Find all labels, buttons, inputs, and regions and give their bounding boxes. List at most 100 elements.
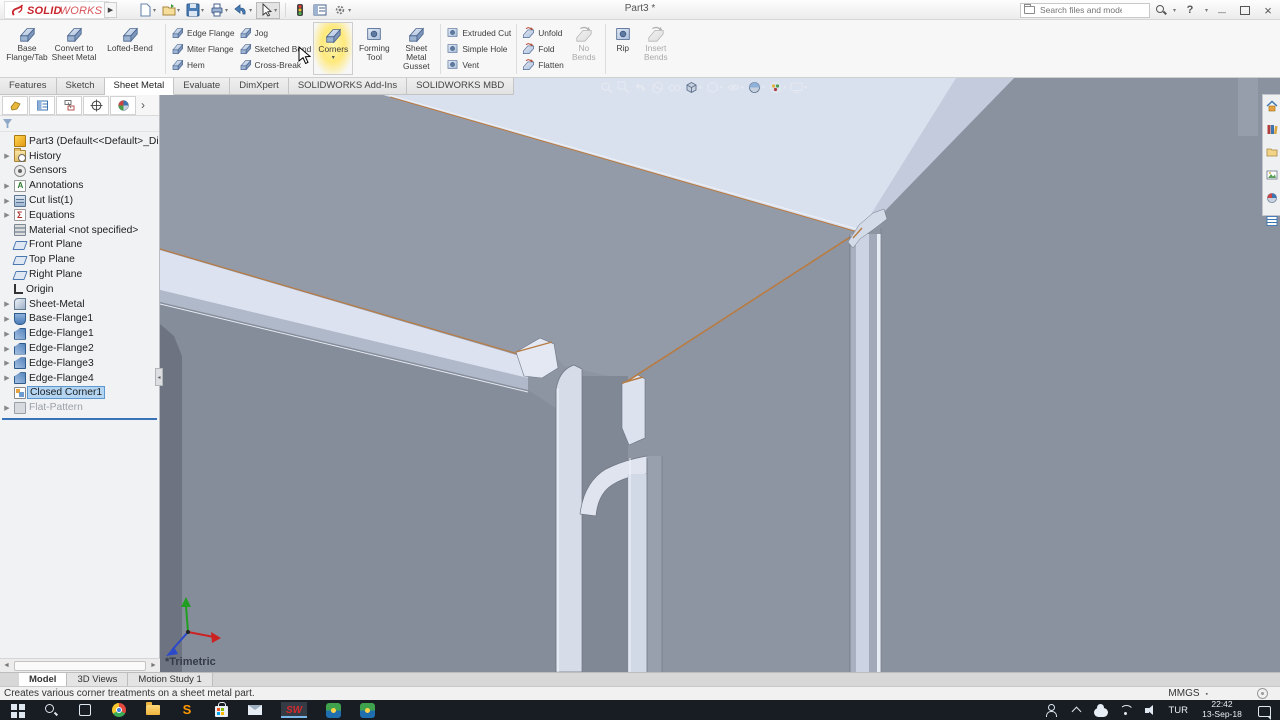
expand-arrow-icon[interactable] [3, 404, 11, 412]
view-palette-icon[interactable] [1266, 168, 1278, 186]
tree-item-sheet-metal[interactable]: Sheet-Metal [0, 297, 159, 312]
taskbar-search-icon[interactable] [43, 702, 59, 718]
new-caret-icon[interactable] [153, 7, 156, 14]
onedrive-icon[interactable] [1093, 702, 1109, 718]
start-button[interactable] [9, 702, 25, 718]
tree-filter-bar[interactable] [0, 116, 159, 132]
expand-arrow-icon[interactable] [3, 315, 11, 323]
tree-item-origin[interactable]: Origin [0, 282, 159, 297]
expand-arrow-icon[interactable] [3, 300, 11, 308]
camtasia-icon-2[interactable] [359, 702, 375, 718]
wifi-icon[interactable] [1118, 702, 1134, 718]
featuremanager-tab[interactable] [2, 96, 28, 115]
search-caret-icon[interactable] [1173, 7, 1176, 14]
display-style-icon[interactable] [706, 81, 723, 94]
tree-item-top-plane[interactable]: Top Plane [0, 252, 159, 267]
chrome-icon[interactable] [111, 702, 127, 718]
previous-view-icon[interactable] [634, 81, 647, 94]
open-caret-icon[interactable] [177, 7, 180, 14]
tree-item-cut-list[interactable]: Cut list(1) [0, 193, 159, 208]
microsoft-store-icon[interactable] [213, 702, 229, 718]
panel-horizontal-scrollbar[interactable] [0, 658, 160, 672]
print-caret-icon[interactable] [225, 7, 228, 14]
tree-item-edge-flange2[interactable]: Edge-Flange2 [0, 341, 159, 356]
corners-button[interactable]: Corners [313, 22, 353, 75]
lofted-bend-button[interactable]: Lofted-Bend [98, 22, 162, 75]
search-icon[interactable] [1155, 4, 1167, 16]
home-icon[interactable] [1266, 99, 1278, 117]
tree-item-sensors[interactable]: Sensors [0, 164, 159, 179]
panel-splitter-handle[interactable] [155, 368, 163, 386]
view-orientation-caret-icon[interactable] [699, 84, 702, 91]
section-view-icon[interactable] [651, 81, 664, 94]
save-button[interactable] [184, 2, 206, 19]
expand-arrow-icon[interactable] [3, 359, 11, 367]
close-button[interactable] [1259, 3, 1277, 17]
undo-button[interactable] [232, 2, 254, 19]
language-indicator[interactable]: TUR [1168, 705, 1188, 716]
display-pane-button[interactable] [311, 2, 329, 19]
vent-button[interactable]: Vent [446, 57, 511, 72]
expand-arrow-icon[interactable] [3, 182, 11, 190]
undo-caret-icon[interactable] [249, 7, 252, 14]
tree-item-flat-pattern[interactable]: Flat-Pattern [0, 400, 159, 415]
performance-button[interactable] [291, 2, 309, 19]
forming-tool-button[interactable]: Forming Tool [353, 22, 395, 75]
tree-item-material[interactable]: Material <not specified> [0, 223, 159, 238]
expand-arrow-icon[interactable] [3, 345, 11, 353]
tree-item-front-plane[interactable]: Front Plane [0, 238, 159, 253]
search-box[interactable] [1020, 3, 1150, 18]
extruded-cut-button[interactable]: Extruded Cut [446, 25, 511, 40]
design-library-icon[interactable] [1266, 122, 1278, 140]
help-button[interactable] [1181, 3, 1199, 17]
jog-button[interactable]: Jog [239, 25, 312, 40]
dynamic-annotation-icon[interactable] [668, 81, 681, 94]
simple-hole-button[interactable]: Simple Hole [446, 41, 511, 56]
restore-button[interactable] [1236, 3, 1254, 17]
configurationmanager-tab[interactable] [56, 96, 82, 115]
rip-button[interactable]: Rip [609, 22, 637, 75]
scrollbar-thumb[interactable] [14, 661, 146, 671]
tree-item-edge-flange4[interactable]: Edge-Flange4 [0, 371, 159, 386]
view-settings-caret-icon[interactable] [804, 84, 807, 91]
mail-icon[interactable] [247, 702, 263, 718]
tab-3d-views[interactable]: 3D Views [67, 673, 128, 686]
rollback-bar[interactable] [2, 418, 157, 420]
open-button[interactable] [160, 2, 182, 19]
task-view-icon[interactable] [77, 702, 93, 718]
save-caret-icon[interactable] [201, 7, 204, 14]
propertymanager-tab[interactable] [29, 96, 55, 115]
tab-sheet-metal[interactable]: Sheet Metal [105, 78, 175, 95]
apply-scene-icon[interactable] [769, 81, 786, 94]
tree-item-history[interactable]: History [0, 149, 159, 164]
edit-appearance-caret-icon[interactable] [762, 84, 765, 91]
new-button[interactable] [136, 2, 158, 19]
options-caret-icon[interactable] [348, 7, 351, 14]
corners-caret-icon[interactable] [332, 55, 335, 61]
units-label[interactable]: MMGS [1168, 688, 1199, 699]
convert-to-sheet-metal-button[interactable]: Convert to Sheet Metal [50, 22, 98, 75]
search-input[interactable] [1038, 4, 1124, 16]
base-flange-tab-button[interactable]: Base Flange/Tab [4, 22, 50, 75]
tab-model[interactable]: Model [19, 673, 67, 686]
volume-icon[interactable] [1143, 702, 1159, 718]
hide-show-items-icon[interactable] [727, 81, 744, 94]
tab-solidworks-mbd[interactable]: SOLIDWORKS MBD [407, 78, 514, 95]
tree-item-base-flange1[interactable]: Base-Flange1 [0, 312, 159, 327]
expand-arrow-icon[interactable] [3, 374, 11, 382]
tree-item-edge-flange3[interactable]: Edge-Flange3 [0, 356, 159, 371]
hem-button[interactable]: Hem [171, 57, 235, 72]
hidden-icons-chevron[interactable] [1068, 702, 1084, 718]
menu-expand-button[interactable] [104, 2, 117, 18]
appearances-icon[interactable] [1266, 191, 1278, 209]
options-gear-button[interactable] [331, 2, 353, 19]
view-orientation-icon[interactable] [685, 81, 702, 94]
hide-show-caret-icon[interactable] [741, 84, 744, 91]
tab-motion-study-1[interactable]: Motion Study 1 [128, 673, 212, 686]
action-center-icon[interactable] [1256, 702, 1272, 718]
solidworks-taskbar-icon[interactable] [281, 702, 307, 718]
scroll-left-arrow[interactable] [0, 659, 13, 672]
tree-item-annotations[interactable]: Annotations [0, 178, 159, 193]
expand-arrow-icon[interactable] [3, 211, 11, 219]
file-explorer-icon[interactable] [145, 702, 161, 718]
